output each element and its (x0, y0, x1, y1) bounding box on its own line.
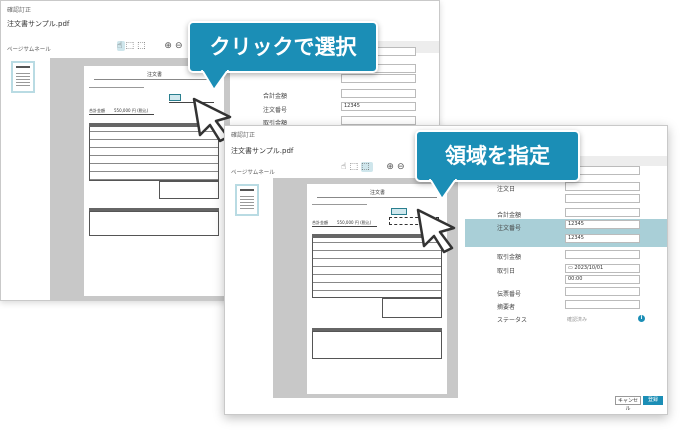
field-input[interactable] (565, 194, 640, 203)
viewer-toolbar: ☝⬚⬚ ⊕⊖ (117, 41, 185, 51)
register-button[interactable]: 登録 (643, 396, 663, 405)
area-tool-icon[interactable]: ⬚ (361, 162, 373, 172)
callout-specify-area: 領域を指定 (415, 130, 580, 182)
mouse-cursor-icon (416, 208, 456, 254)
thumbnails-label: ページサムネール (7, 47, 51, 53)
summary-label: 摘要者 (497, 304, 516, 311)
status-label: ステータス (497, 317, 528, 324)
order-number-input[interactable]: 12345 (341, 102, 416, 111)
doc-highlight (391, 208, 407, 215)
callout-pointer (200, 70, 230, 92)
zoom-in-icon[interactable]: ⊕ (164, 41, 175, 51)
callout-pointer (428, 179, 458, 201)
thumbnails-label: ページサムネール (231, 170, 275, 176)
window-title: 確認訂正 (7, 7, 32, 14)
transaction-amount-label: 取引金額 (497, 254, 522, 261)
select-tool-icon[interactable]: ⬚ (349, 162, 361, 172)
doc-title: 注文書 (147, 72, 163, 78)
doc-notes (89, 211, 219, 236)
zoom-out-icon[interactable]: ⊖ (397, 162, 408, 172)
transaction-date-label: 取引日 (497, 268, 516, 275)
viewer-toolbar: ☝⬚⬚ ⊕⊖ (341, 162, 407, 172)
transaction-time-input[interactable]: 00:00 (565, 275, 640, 284)
page-thumbnail[interactable] (11, 61, 35, 93)
order-number-label: 注文番号 (497, 225, 522, 232)
doc-notes (312, 331, 442, 359)
slip-number-input[interactable] (565, 287, 640, 296)
callout-click-select: クリックで選択 (188, 21, 378, 73)
field-input[interactable] (341, 74, 416, 83)
order-date-label: 注文日 (497, 186, 516, 193)
file-name: 注文書サンプル.pdf (231, 147, 294, 155)
transaction-amount-input[interactable] (565, 250, 640, 259)
transaction-date-input[interactable]: ▭ 2023/10/01 (565, 264, 640, 273)
total-amount-input[interactable] (565, 208, 640, 217)
status-value: 確認済み (567, 317, 588, 323)
zoom-out-icon[interactable]: ⊖ (175, 41, 186, 51)
total-amount-label: 合計金額 (497, 212, 522, 219)
file-name: 注文書サンプル.pdf (7, 20, 70, 28)
cancel-button[interactable]: キャンセル (615, 396, 641, 412)
total-amount-input[interactable] (341, 89, 416, 98)
order-date-input[interactable] (565, 182, 640, 191)
order-number-input-2[interactable]: 12345 (565, 234, 640, 243)
order-number-label: 注文番号 (263, 107, 288, 114)
order-number-input[interactable]: 12345 (565, 220, 640, 229)
transaction-amount-input[interactable] (341, 116, 416, 125)
doc-title: 注文書 (370, 190, 386, 196)
select-tool-icon[interactable]: ⬚ (125, 41, 137, 51)
summary-input[interactable] (565, 300, 640, 309)
area-tool-icon[interactable]: ⬚ (137, 41, 149, 51)
zoom-in-icon[interactable]: ⊕ (386, 162, 397, 172)
total-amount-label: 合計金額 (263, 93, 288, 100)
doc-summary (382, 298, 442, 318)
page-thumbnail[interactable] (235, 184, 259, 216)
slip-number-label: 伝票番号 (497, 291, 522, 298)
doc-highlight (169, 94, 181, 101)
info-icon[interactable]: i (638, 315, 645, 322)
window-title: 確認訂正 (231, 132, 256, 139)
doc-summary (159, 181, 219, 199)
